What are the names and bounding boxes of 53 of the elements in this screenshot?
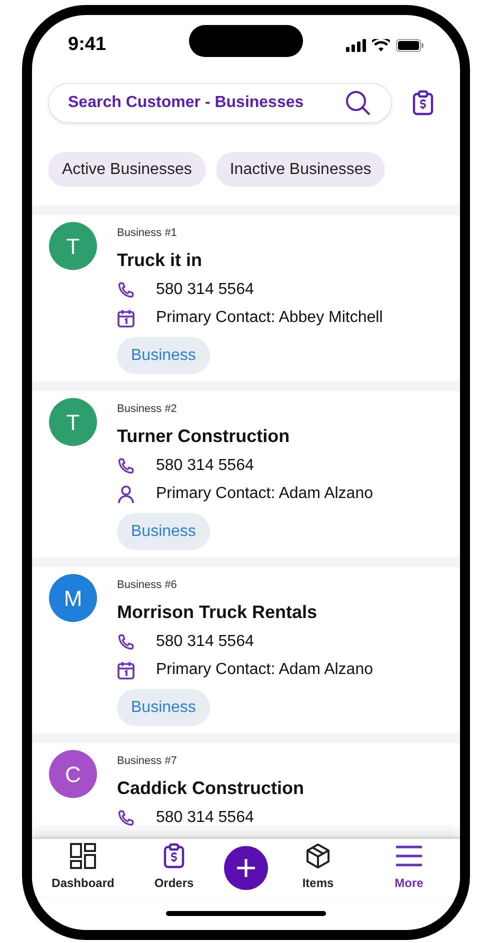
business-number: Business #6 (117, 578, 178, 593)
business-name: Morrison Truck Rentals (117, 601, 318, 623)
phone-icon (117, 809, 135, 827)
phone-icon (117, 281, 135, 299)
avatar: T (49, 398, 97, 446)
filter-chip[interactable]: Inactive Businesses (216, 152, 386, 187)
calendar-icon (117, 660, 135, 680)
phone-number: 580 314 5564 (156, 632, 254, 652)
avatar: C (49, 750, 97, 798)
clipboard-dollar-icon[interactable] (412, 90, 434, 116)
business-name: Truck it in (117, 249, 204, 271)
filter-chip[interactable]: Active Businesses (48, 152, 206, 187)
search-bar[interactable]: Search Customer - Businesses (48, 83, 392, 123)
calendar-icon (117, 308, 135, 328)
phone-number: 580 314 5564 (156, 280, 254, 300)
nav-tab[interactable]: More (368, 843, 450, 892)
wifi-icon (372, 38, 390, 52)
nav-tab[interactable]: Dashboard (42, 843, 124, 892)
business-card[interactable]: M Business #6 Morrison Truck Rentals 580 314 5564 Primary Contact: Adam Alzano Business (32, 567, 460, 733)
primary-contact: Primary Contact: Adam Alzano (156, 484, 373, 504)
business-tag: Business (117, 513, 210, 550)
business-number: Business #1 (117, 226, 178, 241)
business-card[interactable]: T Business #2 Turner Construction 580 314 5564 Primary Contact: Adam Alzano Business (32, 391, 460, 557)
business-name: Turner Construction (117, 425, 291, 447)
person-icon (117, 484, 135, 504)
phone-number: 580 314 5564 (156, 456, 254, 476)
battery-icon (396, 38, 424, 52)
signal-icon (346, 38, 366, 52)
menu-icon (395, 845, 423, 867)
business-tag: Business (117, 689, 210, 726)
search-icon[interactable] (345, 90, 371, 116)
plus-icon (236, 858, 256, 878)
box-icon (305, 843, 331, 869)
phone-icon (117, 633, 135, 651)
business-card[interactable]: T Business #1 Truck it in 580 314 5564 Primary Contact: Abbey Mitchell Business (32, 215, 460, 381)
add-button[interactable] (224, 846, 268, 890)
nav-tab[interactable]: Items (277, 843, 359, 892)
avatar: M (49, 574, 97, 622)
dashboard-grid-icon (70, 843, 96, 869)
phone-icon (117, 457, 135, 475)
primary-contact: Primary Contact: Adam Alzano (156, 660, 373, 680)
business-number: Business #7 (117, 754, 178, 769)
search-input[interactable]: Search Customer - Businesses (68, 91, 318, 115)
business-number: Business #2 (117, 402, 178, 417)
business-tag: Business (117, 337, 210, 374)
avatar: T (49, 222, 97, 270)
nav-tab[interactable]: Orders (133, 843, 215, 892)
primary-contact: Primary Contact: Abbey Mitchell (156, 308, 383, 328)
clipboard-dollar-icon (163, 843, 185, 869)
phone-number: 580 314 5564 (156, 808, 254, 828)
status-time: 9:41 (68, 32, 106, 57)
business-card[interactable]: C Business #7 Caddick Construction 580 314 5564 (32, 743, 460, 836)
business-name: Caddick Construction (117, 777, 304, 799)
